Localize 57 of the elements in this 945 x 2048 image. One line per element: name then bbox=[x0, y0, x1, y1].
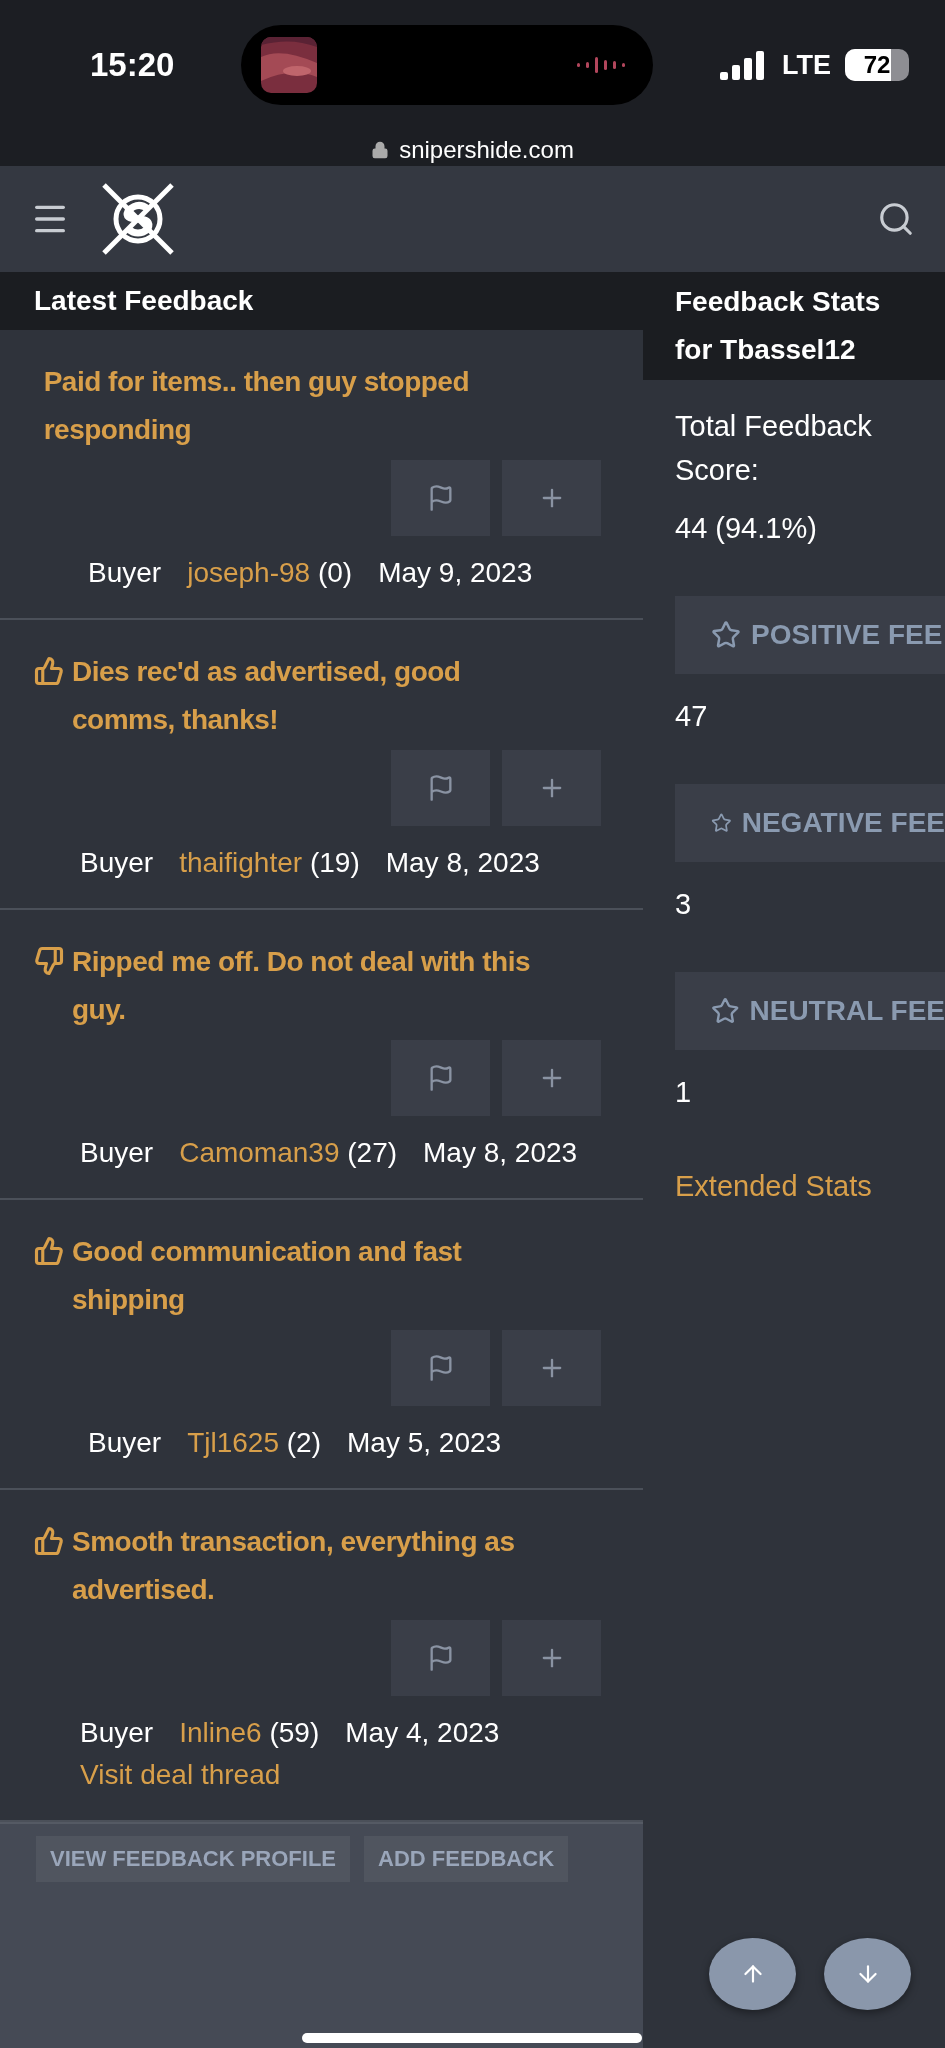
feedback-date: May 8, 2023 bbox=[385, 846, 540, 880]
stat-value: 3 bbox=[675, 887, 693, 922]
report-button[interactable] bbox=[391, 750, 490, 826]
stat-value: 1 bbox=[675, 1075, 693, 1110]
user-link[interactable]: joseph-98 bbox=[187, 557, 311, 588]
stats-title: Feedback Stats for Tbassel12 bbox=[675, 285, 882, 367]
report-button[interactable] bbox=[391, 1620, 490, 1696]
deal-thread-link[interactable]: Visit deal thread bbox=[80, 1759, 281, 1790]
thumbs-up-icon bbox=[34, 656, 64, 686]
role-label: Buyer bbox=[88, 556, 162, 590]
feedback-title: Ripped me off. Do not deal with this guy. bbox=[72, 945, 531, 1027]
role-label: Buyer bbox=[80, 1716, 154, 1750]
user-link[interactable]: Inline6 bbox=[179, 1717, 262, 1748]
user-score: (27) bbox=[347, 1137, 398, 1168]
total-score-value: 44 (94.1%) bbox=[675, 511, 818, 546]
stat-value: 47 bbox=[675, 699, 709, 734]
footer-button[interactable]: VIEW FEEDBACK PROFILE bbox=[36, 1836, 350, 1882]
star-icon bbox=[711, 996, 740, 1026]
extended-stats-link[interactable]: Extended Stats bbox=[675, 1164, 945, 1208]
user-score: (0) bbox=[317, 557, 353, 588]
network-label: LTE bbox=[782, 49, 831, 81]
report-button[interactable] bbox=[391, 1040, 490, 1116]
report-button[interactable] bbox=[391, 460, 490, 536]
user-score: (19) bbox=[309, 847, 360, 878]
lock-icon bbox=[371, 141, 390, 159]
feedback-title: Good communication and fast shipping bbox=[72, 1235, 463, 1317]
feedback-date: May 5, 2023 bbox=[347, 1426, 502, 1460]
feedback-date: May 4, 2023 bbox=[345, 1716, 500, 1750]
total-score-label: Total Feedback Score: bbox=[675, 409, 873, 488]
star-icon bbox=[711, 620, 741, 650]
role-label: Buyer bbox=[80, 1136, 154, 1170]
user-score: (2) bbox=[286, 1427, 321, 1458]
status-time: 15:20 bbox=[90, 46, 175, 84]
url-text[interactable]: snipershide.com bbox=[399, 136, 574, 164]
role-label: Buyer bbox=[88, 1426, 162, 1460]
feedback-date: May 8, 2023 bbox=[423, 1136, 578, 1170]
report-button[interactable] bbox=[391, 1330, 490, 1406]
thumbs-up-icon bbox=[34, 1236, 64, 1266]
user-link[interactable]: thaifighter bbox=[179, 847, 303, 878]
section-title: Latest Feedback bbox=[34, 284, 254, 318]
thumbs-down-icon bbox=[34, 946, 64, 976]
search-icon[interactable] bbox=[877, 200, 915, 238]
feedback-date: May 9, 2023 bbox=[378, 556, 533, 590]
stat-tab[interactable]: NEUTRAL FEE bbox=[675, 972, 945, 1050]
footer-button[interactable]: ADD FEEDBACK bbox=[364, 1836, 568, 1882]
feedback-title: Dies rec'd as advertised, good comms, thanks! bbox=[72, 655, 462, 737]
feedback-title: Paid for items.. then guy stopped responding bbox=[43, 365, 470, 447]
battery-icon: 72 bbox=[845, 49, 909, 81]
stat-tab[interactable]: NEGATIVE FEE bbox=[675, 784, 945, 862]
logo-icon[interactable] bbox=[100, 181, 176, 257]
user-link[interactable]: Tjl1625 bbox=[187, 1427, 279, 1458]
feedback-title: Smooth transaction, everything as advertised. bbox=[72, 1525, 516, 1607]
user-score: (59) bbox=[269, 1717, 320, 1748]
role-label: Buyer bbox=[80, 846, 154, 880]
thumbs-up-icon bbox=[34, 1526, 64, 1556]
stat-tab[interactable]: POSITIVE FEE bbox=[675, 596, 945, 674]
user-link[interactable]: Camoman39 bbox=[179, 1137, 340, 1168]
